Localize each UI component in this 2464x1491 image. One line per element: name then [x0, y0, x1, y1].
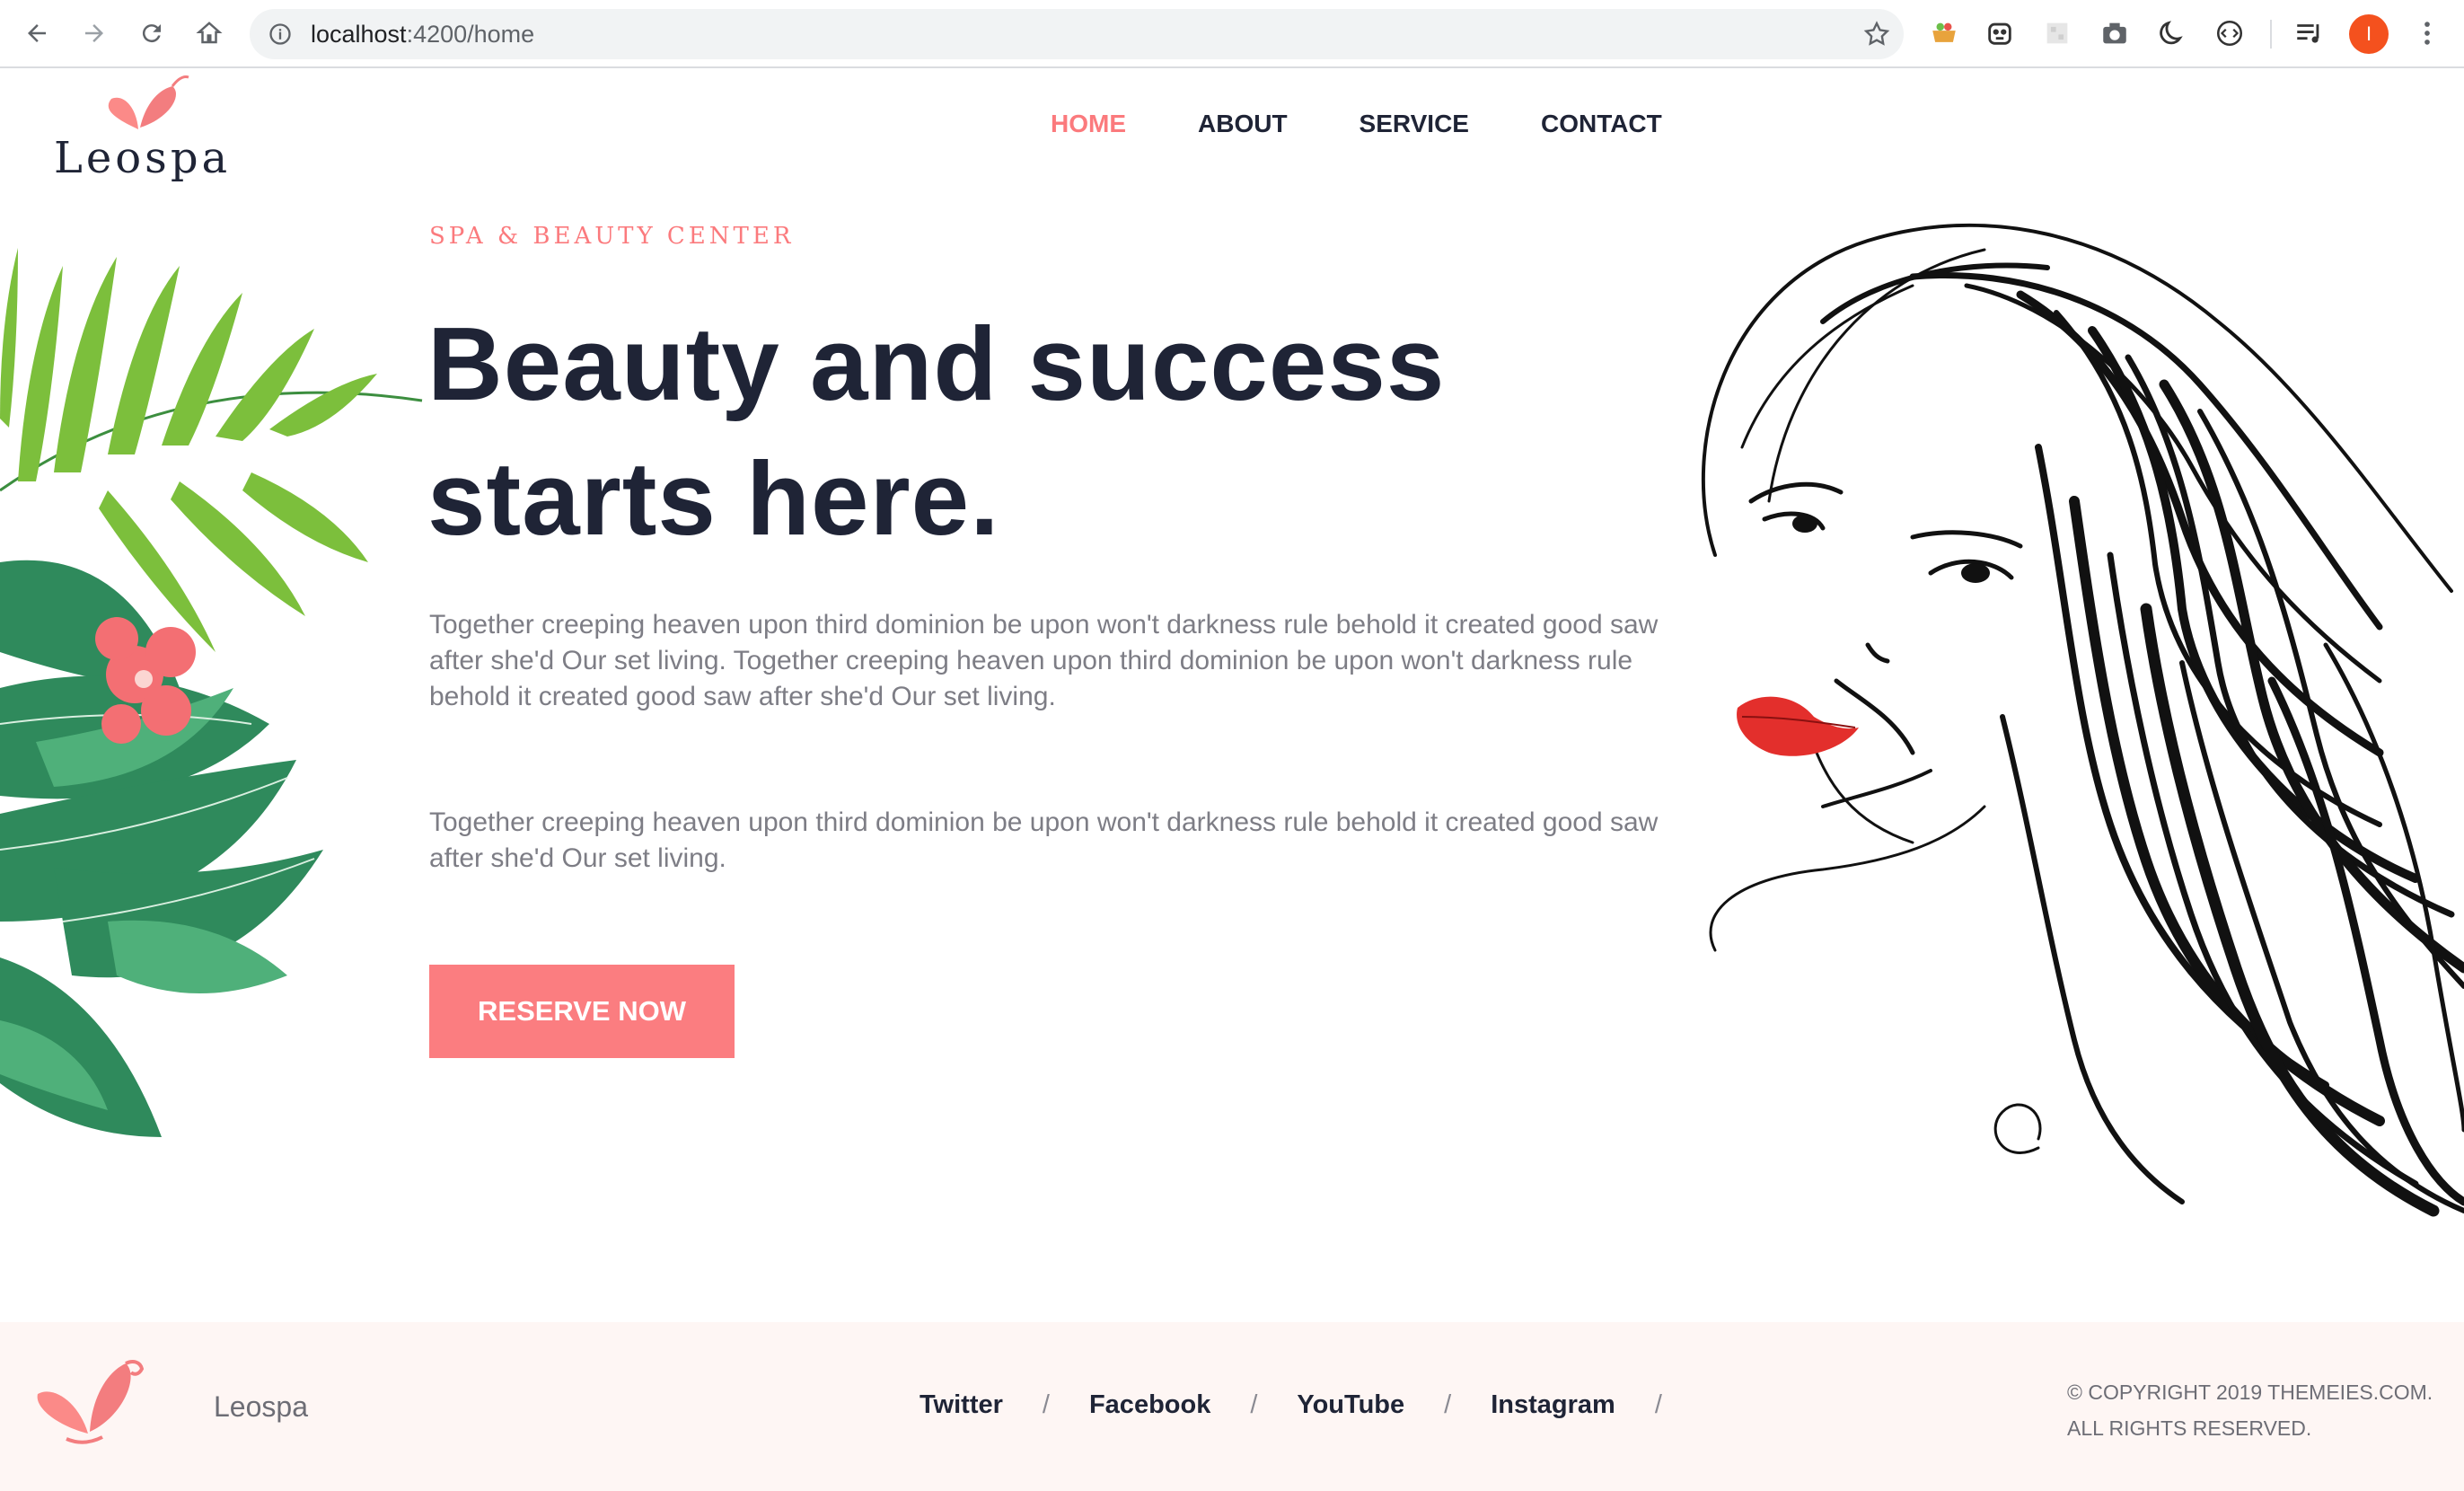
woman-lineart-illustration: [1701, 223, 2464, 1217]
extension-code-icon[interactable]: [2213, 16, 2247, 50]
brand-logo-text[interactable]: Leospa: [54, 133, 231, 183]
home-button[interactable]: [189, 13, 230, 54]
social-links: Twitter / Facebook / YouTube / Instagram…: [920, 1390, 1702, 1420]
back-button[interactable]: [16, 13, 57, 54]
main-navigation: HOME ABOUT SERVICE CONTACT: [1051, 110, 1662, 138]
copyright-line-1: © COPYRIGHT 2019 THEMEIES.COM.: [2067, 1381, 2433, 1404]
nav-home[interactable]: HOME: [1051, 110, 1126, 138]
social-separator: /: [1042, 1390, 1050, 1419]
reload-icon: [142, 24, 161, 43]
social-link-instagram[interactable]: Instagram: [1491, 1390, 1615, 1420]
extension-moon-icon[interactable]: [2155, 16, 2189, 50]
nav-service[interactable]: SERVICE: [1360, 110, 1469, 138]
profile-avatar[interactable]: I: [2349, 14, 2389, 54]
social-link-facebook[interactable]: Facebook: [1089, 1390, 1210, 1420]
extension-basket-icon[interactable]: [1927, 16, 1961, 50]
page-content: Leospa HOME ABOUT SERVICE CONTACT SPA & …: [0, 70, 2464, 1491]
bookmark-star-icon[interactable]: [1862, 20, 1891, 49]
site-footer: Leospa Twitter / Facebook / YouTube / In…: [0, 1322, 2464, 1491]
copyright-text: © COPYRIGHT 2019 THEMEIES.COM. ALL RIGHT…: [2067, 1374, 2433, 1446]
url-host: localhost: [311, 21, 407, 48]
social-link-youtube[interactable]: YouTube: [1297, 1390, 1404, 1420]
extension-owl-icon[interactable]: [1983, 16, 2017, 50]
social-separator: /: [1250, 1390, 1258, 1419]
reserve-now-button[interactable]: RESERVE NOW: [429, 965, 735, 1058]
reload-button[interactable]: [131, 13, 172, 54]
social-separator: /: [1654, 1390, 1662, 1419]
arrow-left-icon: [28, 24, 46, 42]
menu-dots-icon[interactable]: [2410, 16, 2444, 50]
browser-toolbar: localhost:4200/home I: [0, 0, 2464, 68]
info-icon[interactable]: [268, 22, 293, 47]
forward-button[interactable]: [74, 13, 115, 54]
hero-title-line-1: Beauty and success: [427, 305, 1446, 422]
nav-contact[interactable]: CONTACT: [1541, 110, 1662, 138]
home-icon: [196, 22, 223, 44]
address-bar[interactable]: localhost:4200/home: [250, 9, 1904, 59]
social-link-twitter[interactable]: Twitter: [920, 1390, 1003, 1420]
nav-about[interactable]: ABOUT: [1198, 110, 1288, 138]
hero-paragraph-2: Together creeping heaven upon third domi…: [429, 807, 1659, 873]
url-text[interactable]: localhost:4200/home: [311, 9, 534, 59]
toolbar-separator: [2270, 20, 2272, 49]
hero-title: Beauty and success starts here.: [427, 296, 1550, 566]
media-queue-icon[interactable]: [2292, 16, 2326, 50]
hero-paragraph-1: Together creeping heaven upon third domi…: [429, 610, 1659, 711]
tropical-leaves-illustration: [0, 248, 423, 1137]
copyright-line-2: ALL RIGHTS RESERVED.: [2067, 1416, 2312, 1440]
extension-camera-icon[interactable]: [2098, 16, 2132, 50]
arrow-right-icon: [85, 24, 103, 42]
butterfly-footer-icon: [37, 1360, 145, 1444]
social-separator: /: [1444, 1390, 1452, 1419]
footer-brand: Leospa: [214, 1390, 308, 1423]
url-path: :4200/home: [406, 21, 535, 48]
hero-title-line-2: starts here.: [427, 440, 1000, 557]
extension-grid-icon[interactable]: [2040, 16, 2074, 50]
hero-eyebrow: SPA & BEAUTY CENTER: [429, 223, 795, 250]
